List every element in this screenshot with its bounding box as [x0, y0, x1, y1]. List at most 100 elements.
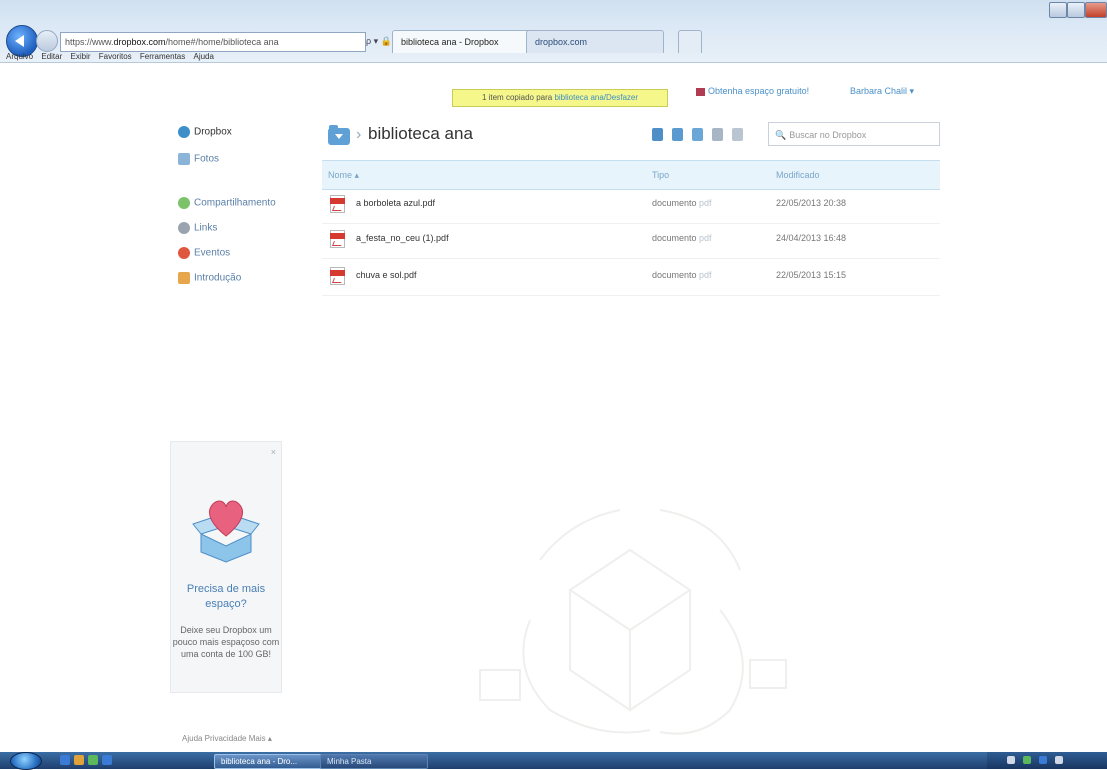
file-type: documento pdf — [652, 198, 712, 208]
deleted-files-icon[interactable] — [732, 128, 743, 141]
new-tab-button[interactable] — [678, 30, 702, 53]
notice-undo-link[interactable]: biblioteca ana/Desfazer — [554, 93, 638, 102]
free-space-label: Obtenha espaço gratuito! — [708, 86, 810, 96]
sidebar-item-links[interactable]: Links — [178, 222, 217, 234]
upgrade-promo: × Precisa de mais espaço? Deixe seu Drop… — [170, 441, 282, 693]
file-name[interactable]: a_festa_no_ceu (1).pdf — [356, 233, 449, 243]
breadcrumb-separator: › — [356, 126, 362, 143]
sidebar-item-introduction[interactable]: Introdução — [178, 272, 241, 284]
sharing-icon — [178, 197, 190, 209]
tab-label: dropbox.com — [535, 37, 588, 47]
sidebar-item-events[interactable]: Eventos — [178, 247, 230, 259]
sidebar-item-label: Fotos — [194, 153, 220, 165]
folder-up-icon[interactable] — [328, 125, 350, 145]
taskbar-button-folder[interactable]: Minha Pasta — [320, 754, 428, 769]
sidebar-item-dropbox[interactable]: Dropbox — [178, 126, 232, 138]
file-extension: pdf — [699, 233, 712, 243]
file-type: documento pdf — [652, 270, 712, 280]
sidebar-item-label: Links — [194, 222, 218, 234]
link-icon — [178, 222, 190, 234]
heart-box-icon — [192, 500, 260, 563]
menu-bar: Arquivo Editar Exibir Favoritos Ferramen… — [0, 52, 1107, 62]
sidebar-item-label: Compartilhamento — [194, 197, 276, 209]
quick-launch-icon[interactable] — [88, 755, 98, 765]
system-tray — [987, 752, 1107, 769]
sidebar-item-label: Eventos — [194, 247, 231, 259]
address-path: /home#/home/biblioteca ana — [165, 37, 279, 47]
background-illustration — [479, 509, 787, 735]
table-row[interactable]: a_festa_no_ceu (1).pdf documento pdf 24/… — [322, 227, 940, 259]
tab-dropbox[interactable]: biblioteca ana - Dropbox × — [392, 30, 540, 53]
table-row[interactable]: a borboleta azul.pdf documento pdf 22/05… — [322, 192, 940, 224]
menu-favoritos[interactable]: Favoritos — [99, 52, 132, 61]
gift-icon — [696, 87, 705, 96]
taskbar: biblioteca ana - Dro... Minha Pasta — [0, 752, 1107, 770]
menu-exibir[interactable]: Exibir — [71, 52, 91, 61]
search-icon: 🔍 — [775, 130, 787, 140]
address-bar[interactable]: https://www.dropbox.com/home#/home/bibli… — [60, 32, 366, 52]
file-name[interactable]: chuva e sol.pdf — [356, 270, 417, 280]
quick-launch-icon[interactable] — [102, 755, 112, 765]
menu-arquivo[interactable]: Arquivo — [6, 52, 33, 61]
taskbar-button-browser[interactable]: biblioteca ana - Dro... — [214, 754, 322, 769]
upload-icon[interactable] — [672, 128, 683, 141]
new-folder-icon[interactable] — [692, 128, 703, 141]
menu-editar[interactable]: Editar — [41, 52, 62, 61]
forward-button[interactable] — [36, 30, 58, 52]
events-icon — [178, 247, 190, 259]
file-list-header: Nome ▴ Tipo Modificado — [322, 160, 940, 190]
notice-text: 1 item copiado para — [481, 93, 555, 102]
folder-title: biblioteca ana — [368, 124, 473, 143]
promo-close-icon[interactable]: × — [271, 447, 276, 457]
footer-links[interactable]: Ajuda Privacidade Mais ▴ — [182, 734, 272, 743]
menu-ajuda[interactable]: Ajuda — [193, 52, 213, 61]
free-space-link[interactable]: Obtenha espaço gratuito! — [696, 86, 809, 96]
file-extension: pdf — [699, 270, 712, 280]
tray-icon[interactable] — [1055, 756, 1063, 764]
tab-label: biblioteca ana - Dropbox — [401, 37, 499, 47]
quick-launch-icon[interactable] — [60, 755, 70, 765]
tray-icon[interactable] — [1039, 756, 1047, 764]
minimize-button[interactable] — [1049, 2, 1067, 18]
promo-title[interactable]: Precisa de mais espaço? — [171, 582, 281, 612]
file-modified: 24/04/2013 16:48 — [776, 233, 847, 243]
address-prefix: https://www. — [65, 37, 114, 47]
copy-notification: 1 item copiado para biblioteca ana/Desfa… — [452, 89, 668, 107]
address-domain: dropbox.com — [113, 37, 166, 47]
dropbox-icon — [178, 126, 190, 138]
user-menu[interactable]: Barbara Chalil ▾ — [850, 86, 914, 97]
search-input[interactable]: 🔍 Buscar no Dropbox — [768, 122, 940, 146]
column-type[interactable]: Tipo — [652, 161, 669, 189]
file-type-label: documento — [652, 198, 697, 208]
photos-icon — [178, 153, 190, 165]
sidebar-item-label: Dropbox — [194, 126, 232, 138]
new-file-icon[interactable] — [652, 128, 663, 141]
menu-ferramentas[interactable]: Ferramentas — [140, 52, 185, 61]
sidebar-item-sharing[interactable]: Compartilhamento — [178, 197, 276, 209]
column-name[interactable]: Nome ▴ — [328, 161, 359, 189]
maximize-button[interactable] — [1067, 2, 1085, 18]
table-row[interactable]: chuva e sol.pdf documento pdf 22/05/2013… — [322, 264, 940, 296]
file-type: documento pdf — [652, 233, 712, 243]
tab-dropbox-com[interactable]: dropbox.com — [526, 30, 664, 53]
column-modified[interactable]: Modificado — [776, 161, 820, 189]
file-modified: 22/05/2013 15:15 — [776, 270, 847, 280]
start-button[interactable] — [10, 752, 42, 770]
search-placeholder: Buscar no Dropbox — [789, 130, 867, 140]
browser-chrome: https://www.dropbox.com/home#/home/bibli… — [0, 0, 1107, 63]
file-type-label: documento — [652, 270, 697, 280]
pdf-file-icon — [330, 230, 345, 248]
close-window-button[interactable] — [1085, 2, 1107, 18]
file-extension: pdf — [699, 198, 712, 208]
tray-icon[interactable] — [1023, 756, 1031, 764]
window-controls — [1047, 0, 1107, 20]
sidebar-item-photos[interactable]: Fotos — [178, 153, 219, 165]
share-link-icon[interactable] — [712, 128, 723, 141]
pdf-file-icon — [330, 195, 345, 213]
file-type-label: documento — [652, 233, 697, 243]
tray-icon[interactable] — [1007, 756, 1015, 764]
file-name[interactable]: a borboleta azul.pdf — [356, 198, 435, 208]
pdf-file-icon — [330, 267, 345, 285]
quick-launch-icon[interactable] — [74, 755, 84, 765]
sidebar-item-label: Introdução — [194, 272, 242, 284]
